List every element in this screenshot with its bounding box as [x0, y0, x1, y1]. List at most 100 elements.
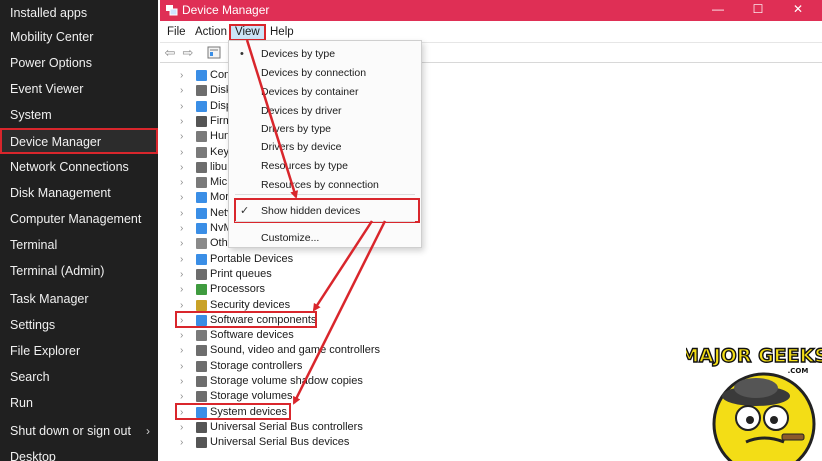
- forward-arrow-icon[interactable]: ⇨: [179, 45, 197, 61]
- close-button[interactable]: ✕: [780, 0, 816, 21]
- winx-item-terminal-admin[interactable]: Terminal (Admin): [0, 258, 158, 284]
- view-menu-item-customize[interactable]: Customize...: [229, 229, 421, 247]
- menu-file[interactable]: File: [163, 24, 190, 41]
- expand-chevron-icon[interactable]: ›: [180, 359, 183, 374]
- expand-chevron-icon[interactable]: ›: [180, 206, 183, 221]
- winx-item-computer-management[interactable]: Computer Management: [0, 206, 158, 232]
- software-device-icon: [196, 330, 207, 342]
- winx-item-file-explorer[interactable]: File Explorer: [0, 338, 158, 364]
- keyboard-icon: [196, 131, 207, 143]
- expand-chevron-icon[interactable]: ›: [180, 420, 183, 435]
- winx-item-network-connections[interactable]: Network Connections: [0, 154, 158, 180]
- annotation-highlight-box: [234, 198, 420, 223]
- network-adapter-icon: [196, 207, 207, 219]
- expand-chevron-icon[interactable]: ›: [180, 221, 183, 236]
- menu-separator: [235, 194, 415, 195]
- tree-node-label: Storage volume shadow copies: [210, 375, 363, 387]
- expand-chevron-icon[interactable]: ›: [180, 435, 183, 450]
- view-menu-item-resources-by-type[interactable]: Resources by type: [229, 157, 421, 175]
- winx-item-event-viewer[interactable]: Event Viewer: [0, 76, 158, 102]
- majorgeeks-logo: MAJOR GEEKS .COM: [686, 344, 822, 461]
- winx-item-disk-management[interactable]: Disk Management: [0, 180, 158, 206]
- winx-item-label: Installed apps: [10, 6, 88, 20]
- disk-drive-icon: [196, 376, 207, 387]
- expand-chevron-icon[interactable]: ›: [180, 83, 183, 98]
- radio-dot-icon: •: [240, 48, 244, 60]
- view-menu-item-label: Drivers by device: [261, 141, 342, 153]
- winx-item-mobility-center[interactable]: Mobility Center: [0, 24, 158, 50]
- tree-node-label: Storage controllers: [210, 359, 303, 372]
- expand-chevron-icon[interactable]: ›: [180, 190, 183, 205]
- expand-chevron-icon[interactable]: ›: [180, 99, 183, 114]
- winx-item-task-manager[interactable]: Task Manager: [0, 286, 158, 312]
- view-menu-item-devices-by-connection[interactable]: Devices by connection: [229, 64, 421, 82]
- winx-item-label: Device Manager: [10, 135, 102, 149]
- view-menu-dropdown: • Devices by type Devices by connection Dev…: [228, 40, 422, 248]
- usb-device-icon: [196, 161, 207, 173]
- view-menu-item-drivers-by-type[interactable]: Drivers by type: [229, 120, 421, 138]
- chevron-right-icon: ›: [146, 424, 150, 438]
- winx-item-shut-down-or-sign-out[interactable]: Shut down or sign out ›: [0, 418, 158, 444]
- menu-action[interactable]: Action: [191, 24, 231, 41]
- disk-drive-icon: [196, 391, 207, 403]
- winx-item-label: System: [10, 108, 52, 122]
- winx-item-label: Run: [10, 396, 33, 410]
- menu-help[interactable]: Help: [266, 24, 298, 41]
- view-menu-item-label: Devices by driver: [261, 105, 342, 117]
- menu-view[interactable]: View: [229, 24, 266, 41]
- properties-icon[interactable]: [205, 45, 223, 61]
- view-menu-item-devices-by-driver[interactable]: Devices by driver: [229, 102, 421, 120]
- winx-item-settings[interactable]: Settings: [0, 312, 158, 338]
- winx-item-label: Settings: [10, 318, 56, 332]
- expand-chevron-icon[interactable]: ›: [180, 114, 183, 129]
- expand-chevron-icon[interactable]: ›: [180, 374, 183, 389]
- winx-item-label: Shut down or sign out: [10, 424, 131, 438]
- storage-controller-icon: [196, 223, 207, 234]
- usb-icon: [196, 437, 207, 449]
- keyboard-icon: [196, 146, 207, 158]
- winx-item-label: File Explorer: [10, 344, 81, 358]
- winx-item-run[interactable]: Run: [0, 390, 158, 416]
- minimize-button[interactable]: —: [700, 0, 736, 21]
- expand-chevron-icon[interactable]: ›: [180, 175, 183, 190]
- winx-item-label: Computer Management: [10, 212, 142, 226]
- winx-item-search[interactable]: Search: [0, 364, 158, 390]
- winx-item-label: Search: [10, 370, 50, 384]
- printer-icon: [196, 268, 207, 280]
- expand-chevron-icon[interactable]: ›: [180, 252, 183, 267]
- winx-item-terminal[interactable]: Terminal: [0, 232, 158, 258]
- view-menu-item-devices-by-container[interactable]: Devices by container: [229, 83, 421, 101]
- winx-item-system[interactable]: System: [0, 102, 158, 128]
- tree-node-label: Portable Devices: [210, 252, 294, 265]
- expand-chevron-icon[interactable]: ›: [180, 267, 183, 282]
- winx-item-installed-apps[interactable]: Installed apps: [0, 0, 158, 26]
- expand-chevron-icon[interactable]: ›: [180, 328, 183, 343]
- winx-item-label: Power Options: [10, 56, 92, 70]
- winx-item-desktop[interactable]: Desktop: [0, 444, 158, 461]
- winx-item-power-options[interactable]: Power Options: [0, 50, 158, 76]
- tree-node-label: Mic: [210, 176, 228, 189]
- logo-suffix: .COM: [788, 367, 809, 375]
- expand-chevron-icon[interactable]: ›: [180, 236, 183, 251]
- view-menu-item-drivers-by-device[interactable]: Drivers by device: [229, 138, 421, 156]
- view-menu-item-label: Resources by connection: [261, 179, 379, 191]
- annotation-highlight-box: [175, 310, 317, 328]
- expand-chevron-icon[interactable]: ›: [180, 145, 183, 160]
- back-arrow-icon[interactable]: ⇦: [161, 45, 179, 61]
- winx-item-device-manager[interactable]: Device Manager: [0, 128, 158, 154]
- expand-chevron-icon[interactable]: ›: [180, 129, 183, 144]
- tree-node-label: Print queues: [210, 267, 272, 280]
- winx-item-label: Task Manager: [10, 292, 89, 306]
- winx-item-label: Desktop: [10, 450, 56, 461]
- expand-chevron-icon[interactable]: ›: [180, 282, 183, 297]
- expand-chevron-icon[interactable]: ›: [180, 68, 183, 83]
- portable-device-icon: [196, 253, 207, 265]
- tree-node-label: Universal Serial Bus controllers: [210, 420, 363, 433]
- view-menu-item-resources-by-connection[interactable]: Resources by connection: [229, 176, 421, 194]
- tree-node-label: Software devices: [210, 329, 294, 342]
- expand-chevron-icon[interactable]: ›: [180, 160, 183, 175]
- expand-chevron-icon[interactable]: ›: [180, 343, 183, 358]
- view-menu-item-devices-by-type[interactable]: • Devices by type: [229, 45, 421, 63]
- maximize-button[interactable]: ☐: [740, 0, 776, 21]
- security-device-icon: [196, 299, 207, 311]
